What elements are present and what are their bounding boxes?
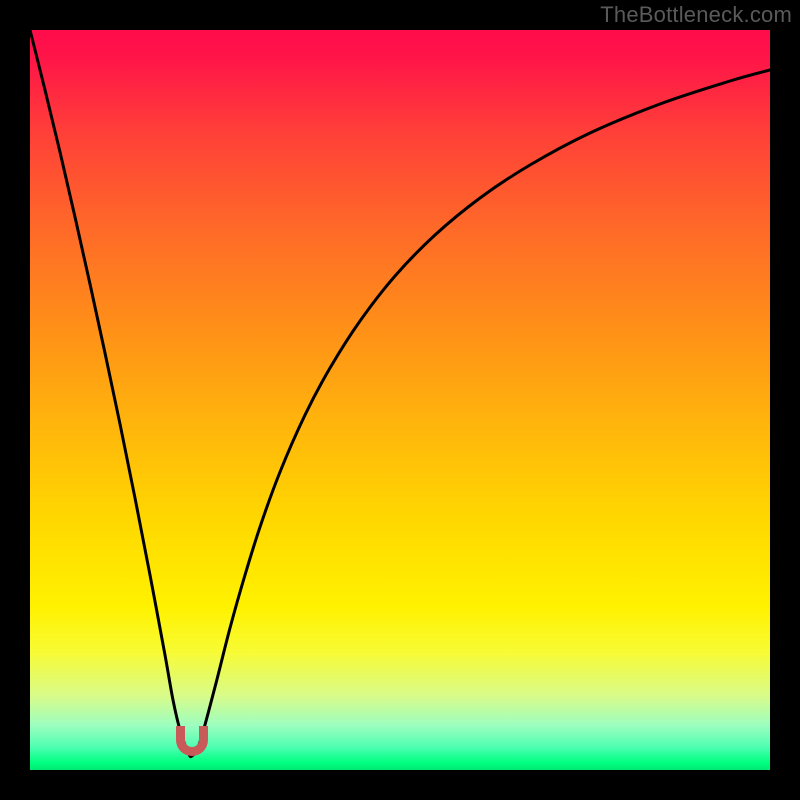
outer-frame: TheBottleneck.com xyxy=(0,0,800,800)
bottleneck-curve xyxy=(30,30,770,757)
valley-marker-icon xyxy=(176,726,208,756)
bottleneck-curve-svg xyxy=(30,30,770,770)
plot-area xyxy=(30,30,770,770)
watermark-text: TheBottleneck.com xyxy=(600,2,792,28)
